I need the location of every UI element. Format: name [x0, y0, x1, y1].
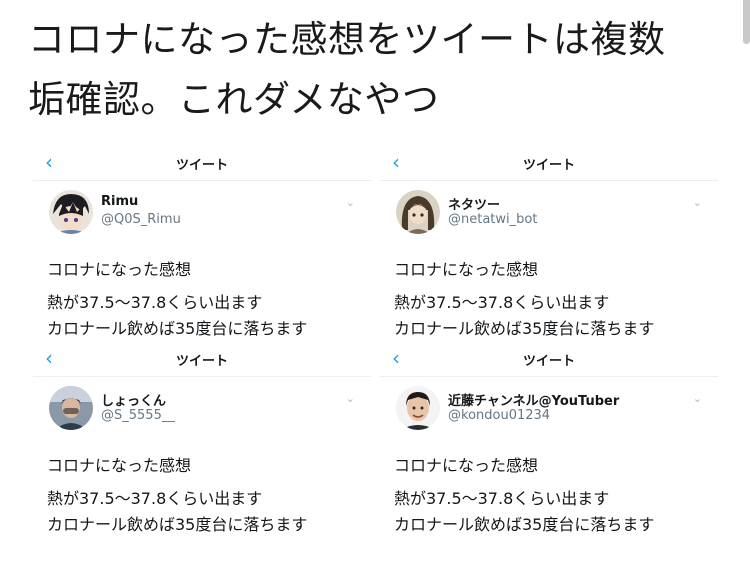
chevron-down-icon[interactable]: ⌄ [346, 392, 355, 405]
tweet-header-title: ツイート [522, 158, 575, 173]
tweet-header-title: ツイート [522, 354, 575, 369]
tweet-panel-rimu: ‹ ツイート Rimu @Q0S_Rimu ⌄ コロナになった感想 熱が37.5… [33, 146, 371, 336]
tweet-text-line-3: カロナール飲めば35度台に落ちます [394, 319, 655, 336]
headline: コロナになった感想をツイートは複数 垢確認。これダメなやつ [28, 10, 728, 130]
man-face-avatar-icon[interactable] [396, 386, 440, 430]
tweet-text-line-2: 熱が37.5〜37.8くらい出ます [394, 293, 610, 312]
display-name[interactable]: しょっくん [101, 390, 166, 409]
tweet-header-title: ツイート [175, 354, 228, 369]
chevron-down-icon[interactable]: ⌄ [693, 392, 702, 405]
display-name[interactable]: Rimu [101, 194, 138, 209]
tweet-panel-netatwi: ‹ ツイート ネタツー @netatwi_bot ⌄ コロナになった感想 熱が3… [380, 146, 718, 336]
headline-line-1: コロナになった感想をツイートは複数 [28, 18, 666, 61]
tweet-panel-shokkun: ‹ ツイート しょっくん @S_5555__ ⌄ コロナになった感想 熱が37.… [33, 342, 371, 532]
photo-avatar-icon[interactable] [49, 386, 93, 430]
scrollbar[interactable] [743, 0, 750, 44]
tweet-header-title: ツイート [175, 158, 228, 173]
display-name[interactable]: 近藤チャンネル@YouTuber [448, 390, 619, 409]
tweet-text-line-3: カロナール飲めば35度台に落ちます [394, 515, 655, 532]
tweet-text-line-1: コロナになった感想 [394, 456, 539, 475]
tweet-header-bar: ‹ ツイート [380, 342, 718, 377]
tweet-text-line-2: 熱が37.5〜37.8くらい出ます [47, 489, 263, 508]
tweet-text-line-2: 熱が37.5〜37.8くらい出ます [47, 293, 263, 312]
user-handle[interactable]: @Q0S_Rimu [101, 212, 181, 227]
user-handle[interactable]: @netatwi_bot [448, 212, 537, 227]
tweet-text-line-1: コロナになった感想 [47, 456, 192, 475]
anime-avatar-icon[interactable] [49, 190, 93, 234]
tweet-text-line-3: カロナール飲めば35度台に落ちます [47, 319, 308, 336]
anime-girl-avatar-icon[interactable] [396, 190, 440, 234]
display-name[interactable]: ネタツー [448, 194, 500, 213]
chevron-down-icon[interactable]: ⌄ [346, 196, 355, 209]
tweet-header-bar: ‹ ツイート [380, 146, 718, 181]
tweet-text-line-1: コロナになった感想 [47, 260, 192, 279]
tweet-text-line-3: カロナール飲めば35度台に落ちます [47, 515, 308, 532]
headline-line-2: 垢確認。これダメなやつ [28, 78, 440, 121]
tweet-text-line-1: コロナになった感想 [394, 260, 539, 279]
tweet-panel-kondou: ‹ ツイート 近藤チャンネル@YouTuber @kondou01234 ⌄ コ… [380, 342, 718, 532]
tweet-header-bar: ‹ ツイート [33, 146, 371, 181]
tweet-header-bar: ‹ ツイート [33, 342, 371, 377]
user-handle[interactable]: @kondou01234 [448, 408, 550, 423]
tweet-text-line-2: 熱が37.5〜37.8くらい出ます [394, 489, 610, 508]
user-handle[interactable]: @S_5555__ [101, 408, 175, 423]
chevron-down-icon[interactable]: ⌄ [693, 196, 702, 209]
